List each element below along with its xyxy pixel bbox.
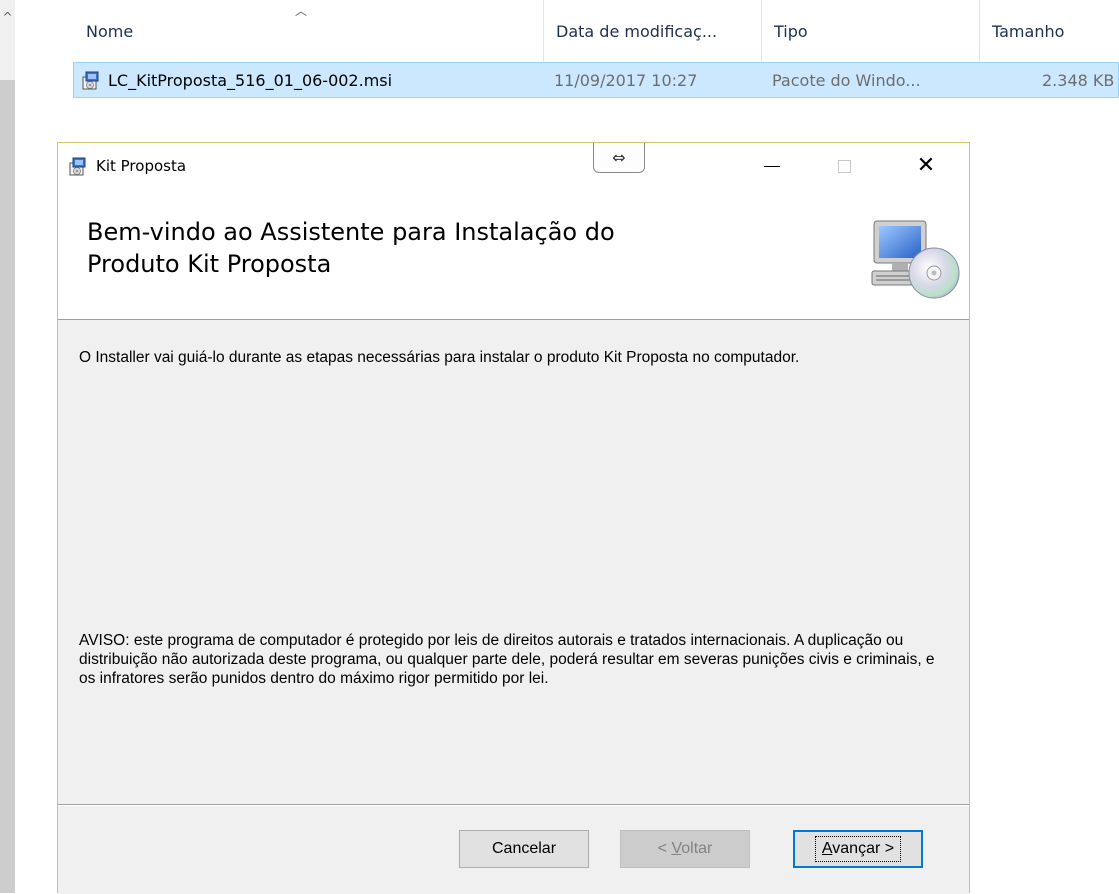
wizard-footer: Cancelar < Voltar Avançar > — [58, 806, 969, 894]
file-size: 2.348 KB — [1042, 70, 1115, 90]
intro-text: O Installer vai guiá-lo durante as etapa… — [79, 349, 800, 366]
file-row-selected[interactable]: LC_KitProposta_516_01_06-002.msi 11/09/2… — [73, 62, 1119, 98]
copyright-warning: AVISO: este programa de computador é pro… — [79, 632, 935, 687]
cancel-button-label: Cancelar — [491, 840, 557, 857]
left-scrollbar[interactable]: ^ — [0, 0, 15, 893]
resize-handle[interactable]: ⇔ — [593, 143, 645, 173]
column-header-name[interactable]: Nome — [73, 0, 543, 62]
column-header-date[interactable]: Data de modificaç... — [543, 0, 761, 62]
file-name-cell[interactable]: LC_KitProposta_516_01_06-002.msi — [80, 63, 392, 97]
column-header-date-label: Data de modificaç... — [556, 21, 718, 41]
column-header-type-label: Tipo — [774, 21, 808, 41]
column-header-type[interactable]: Tipo — [761, 0, 979, 62]
column-header-size-label: Tamanho — [992, 21, 1065, 41]
minimize-icon — [764, 165, 780, 167]
maximize-button[interactable] — [816, 143, 872, 189]
column-header-size[interactable]: Tamanho — [979, 0, 1119, 62]
resize-arrows-icon: ⇔ — [612, 148, 626, 167]
scrollbar-thumb[interactable] — [0, 80, 15, 893]
close-button[interactable]: ✕ — [898, 143, 954, 189]
file-type: Pacote do Windo... — [772, 70, 921, 90]
wizard-heading-line2: Produto Kit Proposta — [87, 250, 332, 278]
scroll-up-arrow-icon[interactable]: ^ — [0, 0, 15, 34]
wizard-heading: Bem-vindo ao Assistente para Instalação … — [87, 216, 807, 280]
file-date: 11/09/2017 10:27 — [554, 70, 698, 90]
back-button-label: < Voltar — [657, 840, 713, 857]
maximize-icon — [837, 159, 851, 173]
title-bar[interactable]: Kit Proposta ⇔ ✕ — [58, 143, 969, 189]
installer-window: Kit Proposta ⇔ ✕ Bem-vindo ao Assistente… — [57, 142, 970, 894]
close-icon: ✕ — [916, 153, 936, 178]
back-button[interactable]: < Voltar — [620, 830, 750, 868]
file-name: LC_KitProposta_516_01_06-002.msi — [108, 70, 393, 90]
wizard-heading-line1: Bem-vindo ao Assistente para Instalação … — [87, 218, 615, 246]
cancel-button[interactable]: Cancelar — [459, 830, 589, 868]
computer-cd-icon — [871, 220, 960, 299]
wizard-banner: Bem-vindo ao Assistente para Instalação … — [58, 189, 969, 320]
minimize-button[interactable] — [744, 143, 800, 189]
next-button[interactable]: Avançar > — [793, 830, 923, 868]
column-header-name-label: Nome — [86, 21, 134, 41]
installer-app-icon — [69, 157, 86, 176]
wizard-content: O Installer vai guiá-lo durante as etapa… — [58, 320, 969, 804]
next-button-label: Avançar > — [814, 836, 902, 862]
msi-package-icon — [82, 71, 99, 90]
window-title: Kit Proposta — [96, 157, 187, 175]
